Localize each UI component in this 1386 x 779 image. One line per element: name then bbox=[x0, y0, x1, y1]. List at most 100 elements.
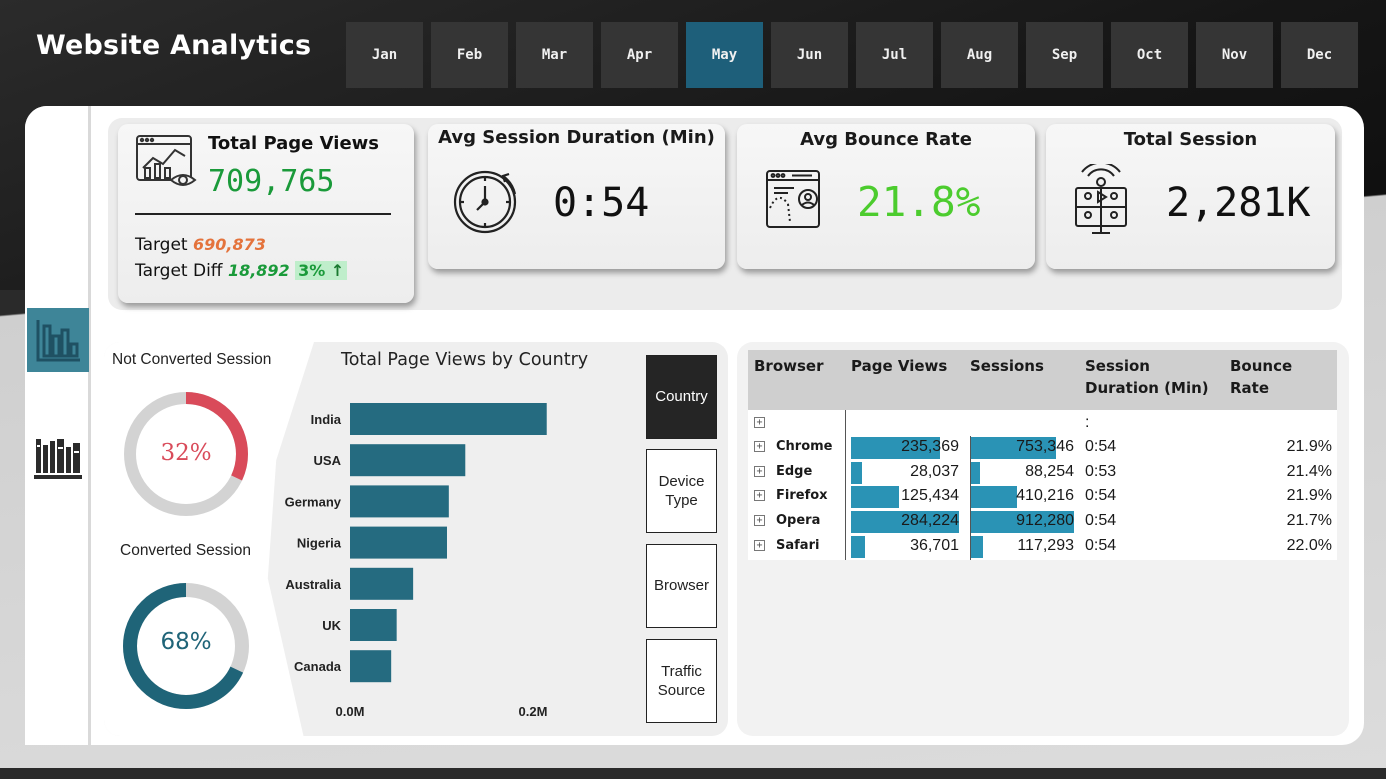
kpi-avg-session-duration: Avg Session Duration (Min) 0:54 bbox=[428, 124, 725, 269]
browser-name: Chrome bbox=[776, 439, 833, 454]
month-jun-button[interactable]: Jun bbox=[771, 22, 848, 88]
col-bounce-rate-line1: Bounce bbox=[1230, 357, 1293, 375]
bar-india[interactable] bbox=[350, 403, 547, 435]
bar-nigeria[interactable] bbox=[350, 526, 447, 559]
up-arrow-icon: ↑ bbox=[330, 261, 345, 280]
slicer-traffic-source-button[interactable]: Traffic Source bbox=[646, 639, 717, 723]
expand-icon[interactable]: + bbox=[754, 490, 765, 502]
kpi-total-session: Total Session 2,281K bbox=[1046, 124, 1335, 269]
browser-name: Edge bbox=[776, 463, 813, 479]
sessions-value: 912,280 bbox=[1016, 512, 1074, 530]
expand-icon[interactable]: + bbox=[754, 465, 765, 477]
category-label: USA bbox=[314, 453, 342, 468]
browser-name: Firefox bbox=[776, 488, 828, 504]
category-label: Nigeria bbox=[297, 536, 342, 551]
kpi-page-views-title: Total Page Views bbox=[208, 133, 379, 154]
bounce-value: 21.9% bbox=[1286, 438, 1332, 455]
month-dec-button[interactable]: Dec bbox=[1281, 22, 1358, 88]
sessions-value: 753,346 bbox=[1016, 438, 1074, 455]
page-views-value: 235,369 bbox=[901, 438, 959, 455]
slicer-browser-button[interactable]: Browser bbox=[646, 544, 717, 628]
month-apr-button[interactable]: Apr bbox=[601, 22, 678, 88]
target-value: 690,873 bbox=[193, 235, 266, 254]
slicer-device-type-button[interactable]: Device Type bbox=[646, 449, 717, 533]
category-label: UK bbox=[322, 618, 341, 633]
sessions-value: 88,254 bbox=[1025, 462, 1074, 480]
col-bounce-rate-line2: Rate bbox=[1230, 379, 1270, 397]
page-views-chart-icon bbox=[136, 135, 197, 186]
category-label: Australia bbox=[285, 577, 341, 592]
table-row[interactable]: + Edge 28,037 88,254 0:53 21.4% bbox=[748, 461, 1337, 485]
col-bounce-rate[interactable]: Bounce Rate bbox=[1230, 355, 1292, 399]
category-label: Germany bbox=[285, 494, 342, 509]
month-jul-button[interactable]: Jul bbox=[856, 22, 933, 88]
month-slicer: Jan Feb Mar Apr May Jun Jul Aug Sep Oct Nov Dec bbox=[346, 22, 1358, 88]
month-aug-button[interactable]: Aug bbox=[941, 22, 1018, 88]
expand-icon[interactable]: + bbox=[754, 417, 765, 428]
expand-icon[interactable]: + bbox=[754, 515, 765, 527]
col-session-duration[interactable]: Session Duration (Min) bbox=[1085, 355, 1209, 399]
bounce-value: 21.4% bbox=[1286, 462, 1332, 480]
kpi-bounce-value: 21.8% bbox=[857, 178, 981, 226]
bar-germany[interactable] bbox=[350, 485, 449, 518]
kpi-session-value: 2,281K bbox=[1166, 180, 1311, 226]
duration-value: 0:54 bbox=[1085, 512, 1117, 530]
expand-icon[interactable]: + bbox=[754, 539, 765, 551]
table-row[interactable]: + Opera 284,224 912,280 0:54 21.7% bbox=[748, 510, 1337, 534]
kpi-total-page-views: Total Page Views 709,765 Target 690,873 … bbox=[118, 124, 414, 303]
bounce-browser-icon bbox=[766, 170, 820, 228]
target-diff-label: Target Diff bbox=[135, 261, 223, 281]
table-row[interactable]: + Chrome 235,369 753,346 0:54 21.9% bbox=[748, 436, 1337, 460]
bounce-value: 22.0% bbox=[1286, 536, 1332, 554]
kpi-page-views-value: 709,765 bbox=[208, 164, 335, 199]
not-converted-value: 32% bbox=[160, 440, 212, 466]
page-views-value: 36,701 bbox=[910, 536, 959, 554]
target-label: Target bbox=[135, 235, 188, 255]
stopwatch-icon bbox=[453, 170, 517, 234]
not-converted-label: Not Converted Session bbox=[112, 351, 272, 368]
kpi-duration-value: 0:54 bbox=[553, 180, 650, 226]
session-broadcast-icon bbox=[1075, 164, 1127, 234]
duration-value: 0:54 bbox=[1085, 487, 1117, 505]
page-views-value: 125,434 bbox=[901, 487, 959, 505]
expand-icon[interactable]: + bbox=[754, 441, 765, 452]
month-sep-button[interactable]: Sep bbox=[1026, 22, 1103, 88]
col-browser[interactable]: Browser bbox=[754, 355, 824, 377]
col-session-duration-line2: Duration (Min) bbox=[1085, 379, 1209, 397]
page-views-value: 284,224 bbox=[901, 512, 959, 530]
table-row[interactable]: + Firefox 125,434 410,216 0:54 21.9% bbox=[748, 485, 1337, 509]
converted-value: 68% bbox=[160, 629, 212, 655]
sessions-value: 410,216 bbox=[1016, 487, 1074, 505]
bar-uk[interactable] bbox=[350, 609, 397, 641]
kpi-duration-title: Avg Session Duration (Min) bbox=[438, 127, 715, 148]
bar-canada[interactable] bbox=[350, 650, 392, 683]
bar-usa[interactable] bbox=[350, 444, 466, 477]
duration-value: 0:54 bbox=[1085, 438, 1117, 455]
x-tick-label: 0.0M bbox=[336, 704, 365, 719]
table-row[interactable]: + Safari 36,701 117,293 0:54 22.0% bbox=[748, 535, 1337, 559]
x-tick-label: 0.2M bbox=[519, 704, 548, 719]
duration-value: 0:53 bbox=[1085, 462, 1117, 480]
target-row: Target 690,873 bbox=[135, 235, 266, 255]
month-may-button[interactable]: May bbox=[686, 22, 763, 88]
target-diff-pct: 3% bbox=[298, 261, 326, 280]
month-oct-button[interactable]: Oct bbox=[1111, 22, 1188, 88]
month-nov-button[interactable]: Nov bbox=[1196, 22, 1273, 88]
converted-label: Converted Session bbox=[120, 542, 251, 559]
library-nav-icon bbox=[34, 439, 82, 479]
slicer-country-button[interactable]: Country bbox=[646, 355, 717, 439]
kpi-avg-bounce-rate: Avg Bounce Rate 21.8% bbox=[737, 124, 1035, 269]
bounce-value: 21.7% bbox=[1286, 512, 1332, 530]
bar-australia[interactable] bbox=[350, 567, 414, 600]
category-label: Canada bbox=[294, 659, 342, 674]
nav-dashboard-button[interactable] bbox=[27, 308, 89, 372]
nav-library-button[interactable] bbox=[31, 430, 85, 484]
month-mar-button[interactable]: Mar bbox=[516, 22, 593, 88]
bar-chart-nav-icon bbox=[36, 320, 80, 362]
month-jan-button[interactable]: Jan bbox=[346, 22, 423, 88]
target-diff-badge: 3% ↑ bbox=[295, 261, 348, 280]
col-page-views[interactable]: Page Views bbox=[851, 355, 947, 377]
col-sessions[interactable]: Sessions bbox=[970, 355, 1044, 377]
page-title: Website Analytics bbox=[36, 30, 312, 61]
month-feb-button[interactable]: Feb bbox=[431, 22, 508, 88]
